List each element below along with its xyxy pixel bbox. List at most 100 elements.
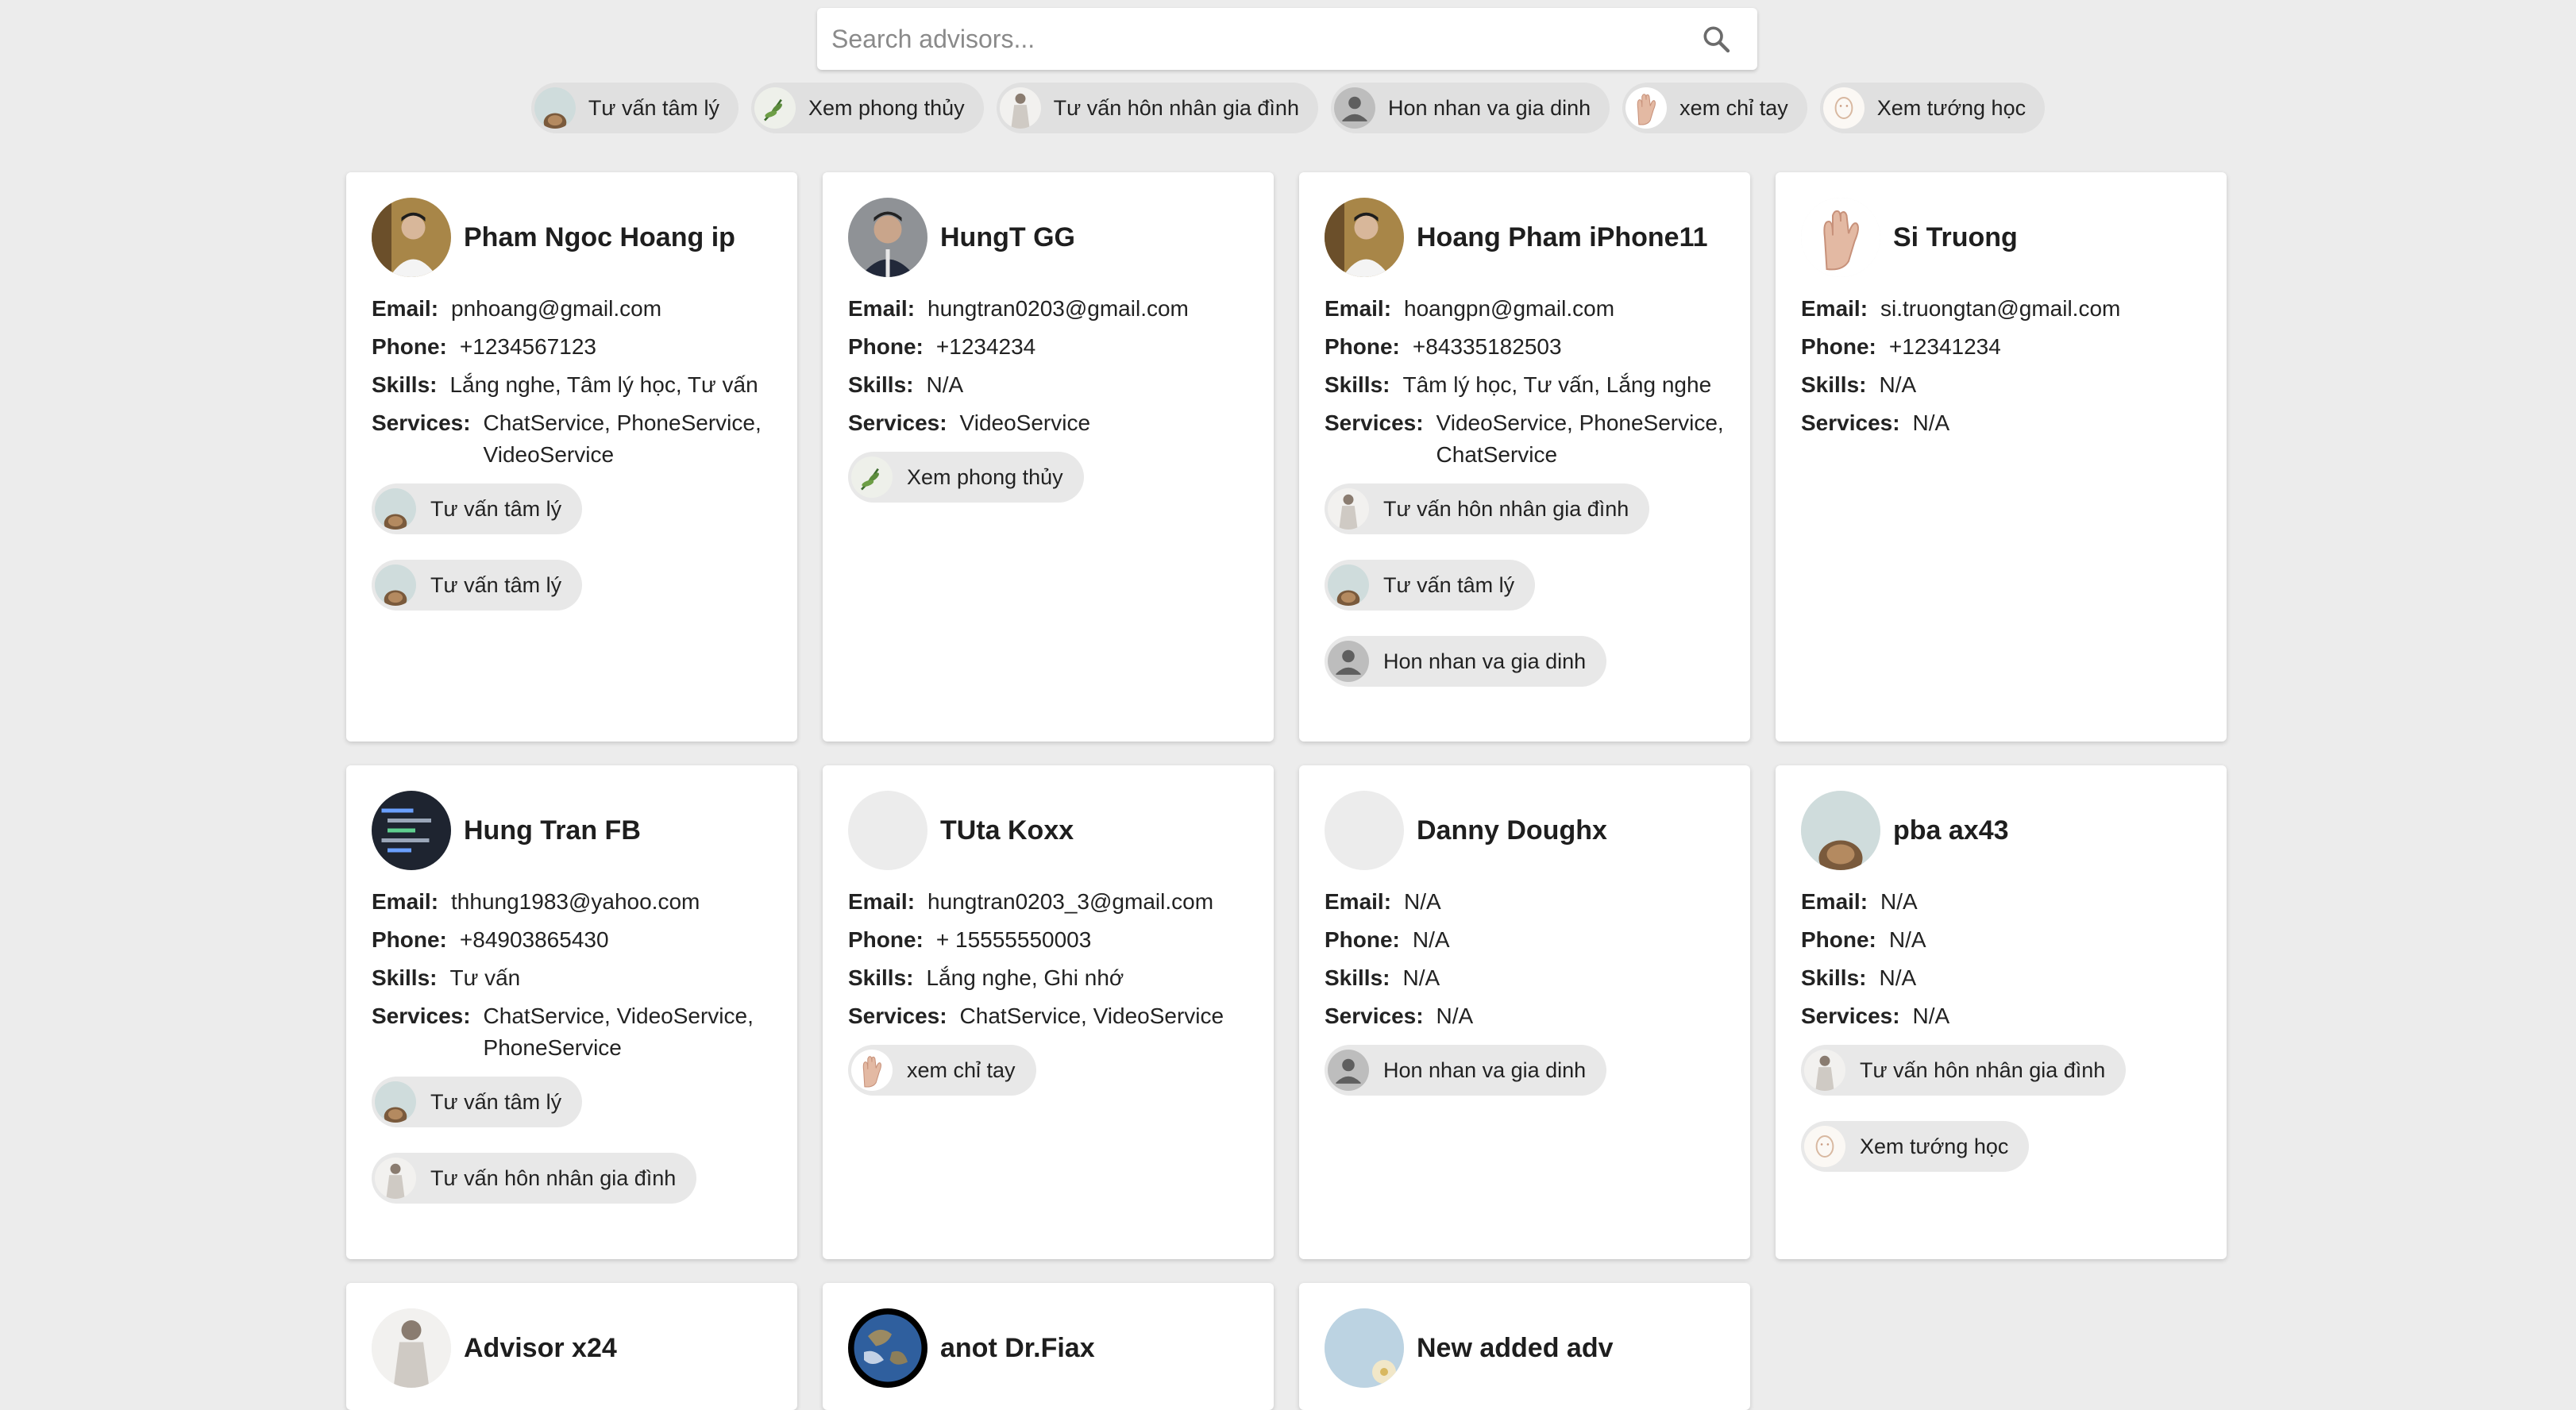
advisor-email: si.truongtan@gmail.com [1880,296,2121,321]
face-sketch-icon [1804,1126,1845,1167]
psychology-photo-icon [375,488,416,530]
advisor-email: hungtran0203@gmail.com [927,296,1189,321]
person-icon [1333,87,1375,129]
email-label: Email: [372,889,439,914]
category-tag[interactable]: Tư vấn tâm lý [1325,560,1536,611]
palm-icon [851,1050,893,1091]
filter-chip-hon-nhan-va-gia-dinh[interactable]: Hon nhan va gia dinh [1330,83,1610,133]
filter-chip-label: xem chỉ tay [1679,95,1788,120]
psychology-photo-icon [375,1081,416,1123]
advisor-name: anot Dr.Fiax [940,1332,1095,1363]
category-tag[interactable]: Tư vấn hôn nhân gia đình [1801,1045,2127,1096]
bride-photo-icon [375,1158,416,1199]
category-tag-label: xem chỉ tay [907,1058,1016,1082]
advisor-card[interactable]: TUta Koxx Email: hungtran0203_3@gmail.com… [823,765,1274,1259]
advisor-services: N/A [1912,410,1950,435]
skills-label: Skills: [1325,372,1390,397]
category-tag-label: Tư vấn tâm lý [430,1089,562,1114]
category-tag[interactable]: Hon nhan va gia dinh [1325,1045,1607,1096]
skills-label: Skills: [848,965,914,990]
advisor-skills: N/A [1402,965,1440,990]
category-tag[interactable]: Xem phong thủy [848,452,1084,503]
advisor-services: ChatService, VideoService, PhoneService [483,1004,754,1060]
category-tag[interactable]: Tư vấn tâm lý [372,483,583,534]
category-tag[interactable]: Tư vấn hôn nhân gia đình [372,1153,697,1204]
category-tag[interactable]: Tư vấn tâm lý [372,1077,583,1127]
advisor-card[interactable]: HungT GG Email: hungtran0203@gmail.com Ph… [823,172,1274,742]
category-tag-label: Hon nhan va gia dinh [1383,1058,1587,1082]
phone-label: Phone: [1325,334,1400,359]
skills-label: Skills: [372,372,438,397]
phone-label: Phone: [372,334,447,359]
advisor-name: Hoang Pham iPhone11 [1417,222,1708,252]
advisor-name: pba ax43 [1893,815,2009,846]
skills-label: Skills: [848,372,914,397]
phone-label: Phone: [1801,334,1876,359]
advisor-phone: +84903865430 [459,927,609,952]
filter-chip-xem-phong-thuy[interactable]: Xem phong thủy [751,83,984,133]
services-label: Services: [848,410,947,435]
category-tag[interactable]: Hon nhan va gia dinh [1325,636,1607,687]
advisor-card[interactable]: Danny Doughx Email: N/A Phone: N/A Skills:… [1299,765,1750,1259]
man-photo-icon [1325,198,1404,277]
bride-photo-icon [372,1308,451,1388]
phone-label: Phone: [848,927,924,952]
advisor-card[interactable]: Advisor x24 [346,1283,797,1410]
services-label: Services: [1325,1004,1424,1028]
advisor-name: HungT GG [940,222,1075,252]
advisor-card[interactable]: Hung Tran FB Email: thhung1983@yahoo.com … [346,765,797,1259]
category-tag-label: Xem tướng học [1860,1134,2009,1158]
palm-icon [1801,198,1880,277]
filter-chip-xem-tuong-hoc[interactable]: Xem tướng học [1819,83,2046,133]
advisor-email: pnhoang@gmail.com [451,296,662,321]
advisor-name: Advisor x24 [464,1332,617,1363]
search-icon[interactable] [1699,21,1733,56]
phone-label: Phone: [1325,927,1400,952]
filter-chip-tu-van-hon-nhan[interactable]: Tư vấn hôn nhân gia đình [996,83,1318,133]
advisor-skills: N/A [1879,372,1917,397]
advisor-name: TUta Koxx [940,815,1074,846]
category-tag-label: Tư vấn hôn nhân gia đình [1860,1058,2106,1082]
phone-label: Phone: [372,927,447,952]
search-input[interactable] [830,23,1699,55]
phone-label: Phone: [1801,927,1876,952]
filter-chip-label: Xem tướng học [1876,95,2026,120]
phone-label: Phone: [848,334,924,359]
skills-label: Skills: [1325,965,1390,990]
advisor-card[interactable]: Pham Ngoc Hoang ip Email: pnhoang@gmail.c… [346,172,797,742]
advisor-email: N/A [1880,889,1918,914]
category-tag[interactable]: Xem tướng học [1801,1121,2030,1172]
advisor-skills: Lắng nghe, Tâm lý học, Tư vấn [449,372,758,397]
advisor-card[interactable]: anot Dr.Fiax [823,1283,1274,1410]
bride-photo-icon [999,87,1041,129]
advisor-card[interactable]: pba ax43 Email: N/A Phone: N/A Skills: N/A … [1776,765,2227,1259]
advisor-services: N/A [1912,1004,1950,1028]
advisor-phone: +12341234 [1888,334,2001,359]
advisor-card[interactable]: Hoang Pham iPhone11 Email: hoangpn@gmail.… [1299,172,1750,742]
category-tag-label: Hon nhan va gia dinh [1383,649,1587,673]
search-bar [817,8,1757,70]
category-tag[interactable]: Tư vấn tâm lý [372,560,583,611]
filter-chip-tu-van-tam-ly[interactable]: Tư vấn tâm lý [530,83,739,133]
person-icon [1328,641,1369,682]
advisor-email: thhung1983@yahoo.com [451,889,700,914]
services-label: Services: [372,1004,471,1028]
advisor-phone: +1234234 [935,334,1036,359]
filter-chip-label: Xem phong thủy [808,95,965,120]
man-photo-icon [372,198,451,277]
advisor-services: VideoService, PhoneService, ChatService [1436,410,1724,467]
advisor-card[interactable]: Si Truong Email: si.truongtan@gmail.com P… [1776,172,2227,742]
filter-chip-xem-chi-tay[interactable]: xem chỉ tay [1622,83,1807,133]
advisor-skills: N/A [926,372,964,397]
advisor-name: Si Truong [1893,222,2018,252]
advisor-phone: N/A [1888,927,1926,952]
advisor-phone: + 15555550003 [935,927,1092,952]
email-label: Email: [1801,889,1868,914]
category-tag[interactable]: xem chỉ tay [848,1045,1036,1096]
advisor-card[interactable]: New added adv [1299,1283,1750,1410]
services-label: Services: [848,1004,947,1028]
advisor-phone: N/A [1412,927,1450,952]
psychology-photo-icon [1801,791,1880,870]
category-tag[interactable]: Tư vấn hôn nhân gia đình [1325,483,1650,534]
advisor-email: hungtran0203_3@gmail.com [927,889,1214,914]
